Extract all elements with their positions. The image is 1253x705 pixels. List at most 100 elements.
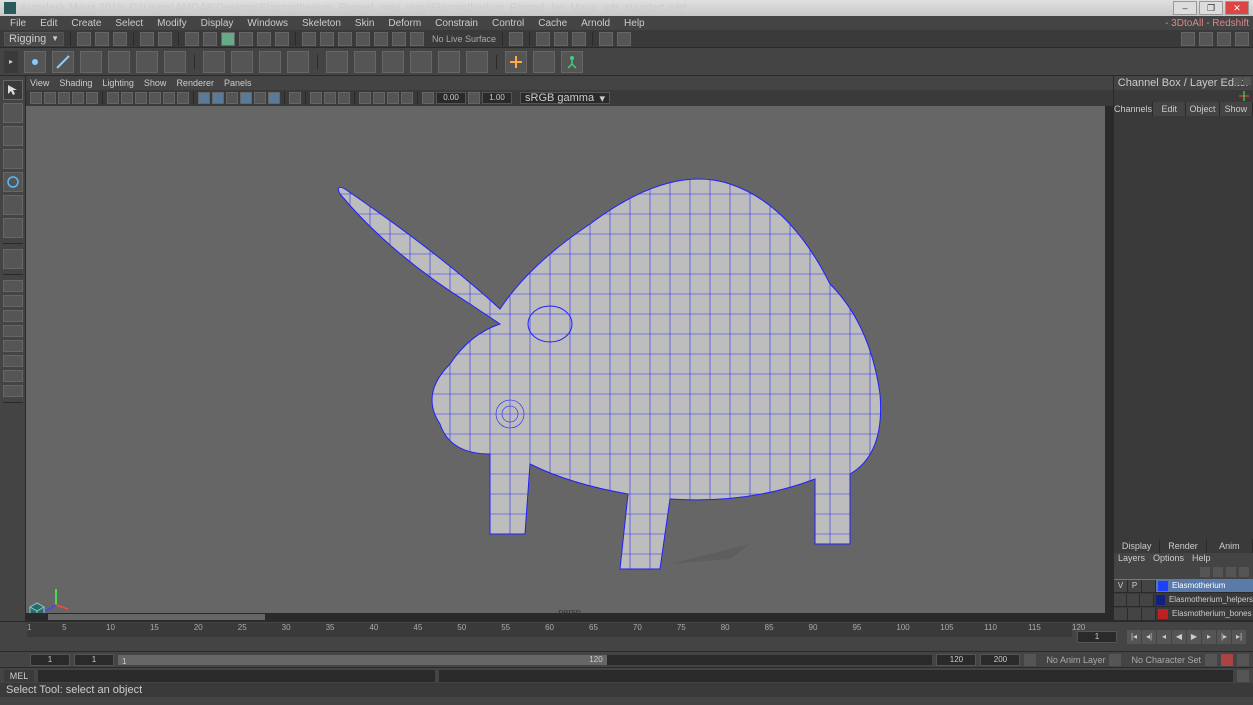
constraint-point-icon[interactable] — [533, 51, 555, 73]
wireframe-shaded-icon[interactable] — [268, 92, 280, 104]
tab-edit[interactable]: Edit — [1153, 102, 1186, 116]
joint-tool-icon[interactable] — [24, 51, 46, 73]
panel-opt1-icon[interactable] — [1234, 77, 1242, 85]
select-comp-icon[interactable] — [239, 32, 253, 46]
layer-menu-layers[interactable]: Layers — [1118, 553, 1145, 565]
menu-windows[interactable]: Windows — [241, 18, 294, 29]
insert-joint-icon[interactable] — [108, 51, 130, 73]
playback-start-field[interactable]: 1 — [74, 654, 114, 666]
bookmarks-icon[interactable] — [58, 92, 70, 104]
scale-tool[interactable] — [3, 195, 23, 215]
menu-display[interactable]: Display — [195, 18, 240, 29]
bind-skin-icon[interactable] — [203, 51, 225, 73]
wrap-icon[interactable] — [410, 51, 432, 73]
step-back-icon[interactable]: ◂ — [1157, 630, 1171, 644]
module-selector[interactable]: Rigging ▼ — [4, 32, 64, 46]
panel-toggle1-icon[interactable] — [1181, 32, 1195, 46]
snap-grid-icon[interactable] — [302, 32, 316, 46]
go-end-icon[interactable]: ▸| — [1232, 630, 1246, 644]
menu-modify[interactable]: Modify — [151, 18, 192, 29]
menu-control[interactable]: Control — [486, 18, 530, 29]
menu-skin[interactable]: Skin — [349, 18, 380, 29]
char-set-dropdown[interactable]: No Character Set — [1131, 655, 1201, 665]
layout-custom4-icon[interactable] — [3, 385, 23, 397]
layout-custom2-icon[interactable] — [3, 355, 23, 367]
layer-row[interactable]: VPElasmotherium — [1114, 579, 1253, 593]
time-ruler[interactable]: 1510152025303540455055606570758085909510… — [27, 623, 1072, 637]
construction-history-icon[interactable] — [509, 32, 523, 46]
ipr-render-icon[interactable] — [554, 32, 568, 46]
close-button[interactable]: ✕ — [1225, 1, 1249, 15]
layer-move-up-icon[interactable] — [1200, 567, 1210, 577]
panel-menu-view[interactable]: View — [30, 78, 49, 88]
select-mask2-icon[interactable] — [275, 32, 289, 46]
layer-playback-toggle[interactable] — [1127, 594, 1140, 606]
live-surface-icon[interactable] — [410, 32, 424, 46]
menu-cache[interactable]: Cache — [532, 18, 573, 29]
manipulator-icon[interactable] — [1239, 91, 1249, 101]
redo-icon[interactable] — [158, 32, 172, 46]
render-frame-icon[interactable] — [536, 32, 550, 46]
panel-toggle2-icon[interactable] — [1199, 32, 1213, 46]
set-key-icon[interactable] — [1221, 654, 1233, 666]
last-tool[interactable] — [3, 218, 23, 238]
hypershade-icon[interactable] — [617, 32, 631, 46]
panel-menu-panels[interactable]: Panels — [224, 78, 252, 88]
menu-file[interactable]: File — [4, 18, 32, 29]
nonlinear-icon[interactable] — [466, 51, 488, 73]
2d-pan-icon[interactable] — [86, 92, 98, 104]
script-lang-dropdown[interactable]: MEL — [4, 670, 34, 682]
layer-vis-toggle[interactable]: V — [1114, 580, 1128, 592]
anim-layer-icon[interactable] — [1024, 654, 1036, 666]
panel-toggle4-icon[interactable] — [1235, 32, 1249, 46]
panel-toggle3-icon[interactable] — [1217, 32, 1231, 46]
layer-row[interactable]: Elasmotherium_bones — [1114, 607, 1253, 621]
undo-icon[interactable] — [140, 32, 154, 46]
lasso-tool[interactable] — [3, 103, 23, 123]
viewport-scrollbar-h[interactable] — [26, 613, 1113, 621]
step-fwd-key-icon[interactable]: |▸ — [1217, 630, 1231, 644]
layer-new-selected-icon[interactable] — [1239, 567, 1249, 577]
safe-action-icon[interactable] — [163, 92, 175, 104]
menu-select[interactable]: Select — [109, 18, 149, 29]
layer-row[interactable]: Elasmotherium_helpers — [1114, 593, 1253, 607]
lattice-icon[interactable] — [354, 51, 376, 73]
layer-color-swatch[interactable] — [1158, 609, 1168, 619]
tab-display[interactable]: Display — [1114, 539, 1160, 553]
layout-custom1-icon[interactable] — [3, 340, 23, 352]
command-input[interactable] — [38, 670, 435, 682]
go-start-icon[interactable]: |◂ — [1127, 630, 1141, 644]
wire-icon[interactable] — [438, 51, 460, 73]
menu-edit[interactable]: Edit — [34, 18, 63, 29]
gamma-reset-icon[interactable] — [468, 92, 480, 104]
film-gate-icon[interactable] — [121, 92, 133, 104]
layer-playback-toggle[interactable] — [1128, 608, 1142, 620]
snap-live-icon[interactable] — [374, 32, 388, 46]
human-ik-icon[interactable] — [561, 51, 583, 73]
layer-type-toggle[interactable] — [1142, 608, 1156, 620]
select-camera-icon[interactable] — [30, 92, 42, 104]
layer-new-empty-icon[interactable] — [1226, 567, 1236, 577]
menu-arnold[interactable]: Arnold — [575, 18, 616, 29]
minimize-button[interactable]: – — [1173, 1, 1197, 15]
range-end-field[interactable]: 200 — [980, 654, 1020, 666]
mesh-elasmotherium[interactable] — [190, 114, 950, 614]
menu-deform[interactable]: Deform — [382, 18, 427, 29]
autokey-icon[interactable] — [1205, 654, 1217, 666]
image-plane-icon[interactable] — [72, 92, 84, 104]
wireframe-icon[interactable] — [198, 92, 210, 104]
move-tool[interactable] — [3, 149, 23, 169]
panel-opt2-icon[interactable] — [1243, 77, 1251, 85]
panel-menu-lighting[interactable]: Lighting — [102, 78, 134, 88]
step-back-key-icon[interactable]: ◂| — [1142, 630, 1156, 644]
resolution-gate-icon[interactable] — [135, 92, 147, 104]
depth-field-icon[interactable] — [401, 92, 413, 104]
xray-joints-icon[interactable] — [324, 92, 336, 104]
gate-mask-icon[interactable] — [149, 92, 161, 104]
anim-layer-dropdown[interactable]: No Anim Layer — [1046, 655, 1105, 665]
orient-joint-icon[interactable] — [164, 51, 186, 73]
menu-skeleton[interactable]: Skeleton — [296, 18, 347, 29]
select-hier-icon[interactable] — [203, 32, 217, 46]
viewport[interactable]: persp — [26, 106, 1113, 621]
play-fwd-icon[interactable]: ▶ — [1187, 630, 1201, 644]
